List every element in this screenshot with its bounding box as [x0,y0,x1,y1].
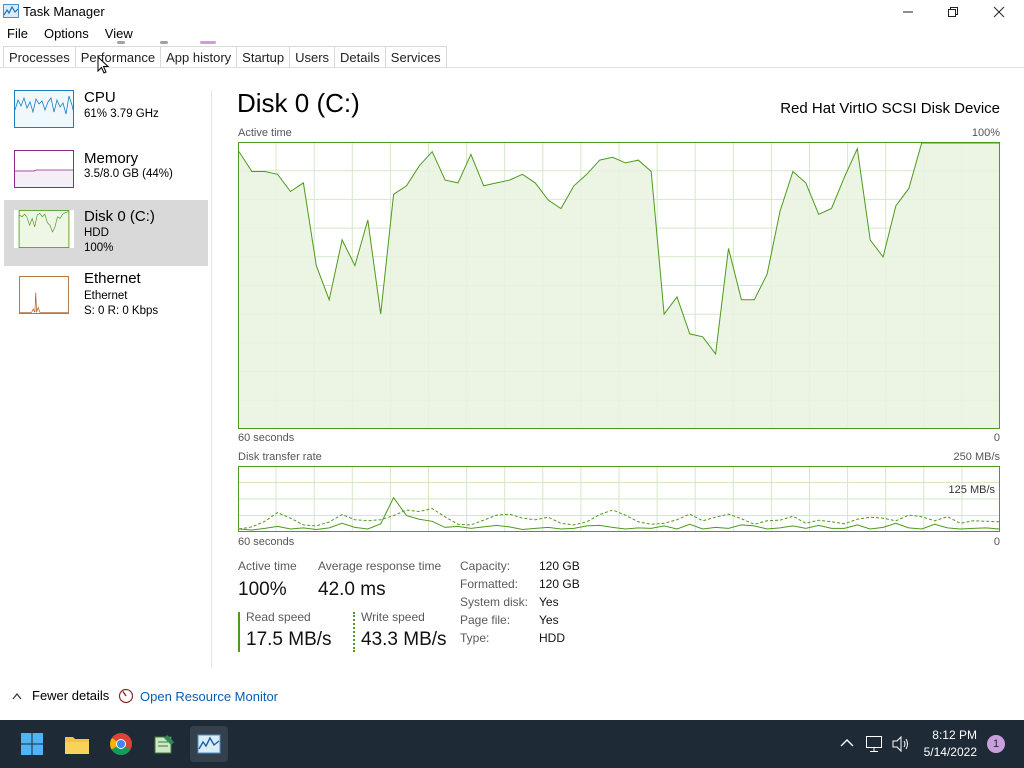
read-speed-label: Read speed [246,610,311,624]
menu-options[interactable]: Options [36,24,97,44]
transfer-rate-mid-label: 125 MB/s [948,484,995,496]
start-icon [21,733,43,755]
open-resource-monitor-label: Open Resource Monitor [140,688,279,704]
capacity-label: Capacity: [460,559,511,573]
device-name: Red Hat VirtIO SCSI Disk Device [780,100,1000,117]
chrome-running-indicator [117,41,125,44]
sidebar-item-ethernet[interactable]: Ethernet Ethernet S: 0 R: 0 Kbps [4,269,208,335]
active-time-max-label: 100% [971,127,1000,139]
task-manager-app-icon [3,4,19,18]
sidebar-memory-name: Memory [84,150,139,167]
sidebar-memory-usage: 3.5/8.0 GB (44%) [84,168,173,180]
network-icon[interactable] [865,735,885,753]
transfer-rate-chart [238,466,1000,532]
sidebar-cpu-usage: 61% 3.79 GHz [84,108,159,120]
cpu-thumbnail-graph [14,90,74,128]
performance-sidebar: CPU 61% 3.79 GHz Memory 3.5/8.0 GB (44%)… [0,68,211,678]
transfer-rate-axis-label: Disk transfer rate [238,451,322,463]
window-title: Task Manager [23,4,105,19]
fewer-details-label: Fewer details [32,688,110,703]
page-file-value: Yes [539,613,559,627]
read-speed-value: 17.5 MB/s [246,629,332,650]
sidebar-cpu-name: CPU [84,89,116,106]
sidebar-ethernet-name: Ethernet [84,270,141,287]
write-speed-legend-bar [353,612,355,652]
tab-details[interactable]: Details [334,46,386,68]
start-button[interactable] [16,728,48,760]
file-explorer-icon [65,737,89,754]
system-disk-label: System disk: [460,595,529,609]
active-time-x-left-label: 60 seconds [238,432,295,444]
ethernet-thumbnail-graph [14,276,74,314]
title-bar: Task Manager [0,0,1024,24]
write-speed-value: 43.3 MB/s [361,629,447,650]
capacity-value: 120 GB [539,559,580,573]
show-hidden-icons-chevron-icon[interactable] [840,735,854,751]
sidebar-disk-type: HDD [84,227,109,239]
clock-time[interactable]: 8:12 PM [932,728,977,742]
sidebar-disk-usage: 100% [84,242,114,254]
taskbar-notepad[interactable] [148,728,180,760]
avg-response-label: Average response time [318,559,442,573]
transfer-x-left-label: 60 seconds [238,536,295,548]
tab-services[interactable]: Services [384,46,447,68]
write-speed-label: Write speed [361,610,425,624]
transfer-rate-max-label: 250 MB/s [953,451,1000,463]
taskbar-task-manager[interactable] [193,728,225,760]
sidebar-ethernet-throughput: S: 0 R: 0 Kbps [84,305,159,317]
task-manager-icon [197,734,221,754]
taskbar-chrome[interactable] [105,728,137,760]
system-disk-value: Yes [539,595,559,609]
minimize-button[interactable] [885,0,931,24]
tab-performance[interactable]: Performance [74,46,162,68]
resource-monitor-icon [118,688,134,704]
task-manager-running-indicator [200,41,216,44]
type-label: Type: [460,631,490,645]
page-file-label: Page file: [460,613,511,627]
active-time-axis-label: Active time [238,127,292,139]
active-time-stat-label: Active time [238,559,297,573]
taskbar-file-explorer[interactable] [61,728,93,760]
sidebar-disk-name: Disk 0 (C:) [84,208,155,225]
formatted-label: Formatted: [460,577,519,591]
notepad-icon [154,735,174,754]
formatted-value: 120 GB [539,577,580,591]
type-value: HDD [539,631,565,645]
sidebar-divider [211,90,212,668]
close-icon [993,6,1005,18]
notepad-running-indicator [160,41,168,44]
chevron-up-icon [12,692,22,699]
memory-thumbnail-graph [14,150,74,188]
minimize-icon [903,11,913,13]
avg-response-value: 42.0 ms [318,579,386,600]
menu-file[interactable]: File [0,24,36,44]
disk-thumbnail-graph [14,210,74,248]
sidebar-item-cpu[interactable]: CPU 61% 3.79 GHz [4,83,208,149]
sidebar-ethernet-adapter: Ethernet [84,290,128,302]
restore-icon [948,7,958,17]
page-title: Disk 0 (C:) [237,88,360,118]
tab-startup[interactable]: Startup [236,46,291,68]
active-time-x-right-label: 0 [993,432,1000,444]
chrome-icon [110,733,132,755]
tab-users[interactable]: Users [289,46,336,68]
read-speed-legend-bar [238,612,240,652]
active-time-chart [238,142,1000,429]
clock-date[interactable]: 5/14/2022 [924,745,977,759]
transfer-x-right-label: 0 [993,536,1000,548]
volume-icon[interactable] [891,735,911,753]
sidebar-item-disk-0[interactable]: Disk 0 (C:) HDD 100% [4,200,208,266]
close-button[interactable] [976,0,1022,24]
active-time-stat-value: 100% [238,579,287,600]
open-resource-monitor-link[interactable]: Open Resource Monitor [118,688,278,704]
tab-app-history[interactable]: App history [160,46,238,68]
fewer-details-button[interactable]: Fewer details [12,688,109,703]
tab-processes[interactable]: Processes [3,46,76,68]
maximize-button[interactable] [930,0,976,24]
notification-badge[interactable]: 1 [987,735,1005,753]
task-manager-window: Task Manager File Options View Processes… [0,0,1024,720]
tab-strip: Processes Performance App history Startu… [3,46,447,68]
